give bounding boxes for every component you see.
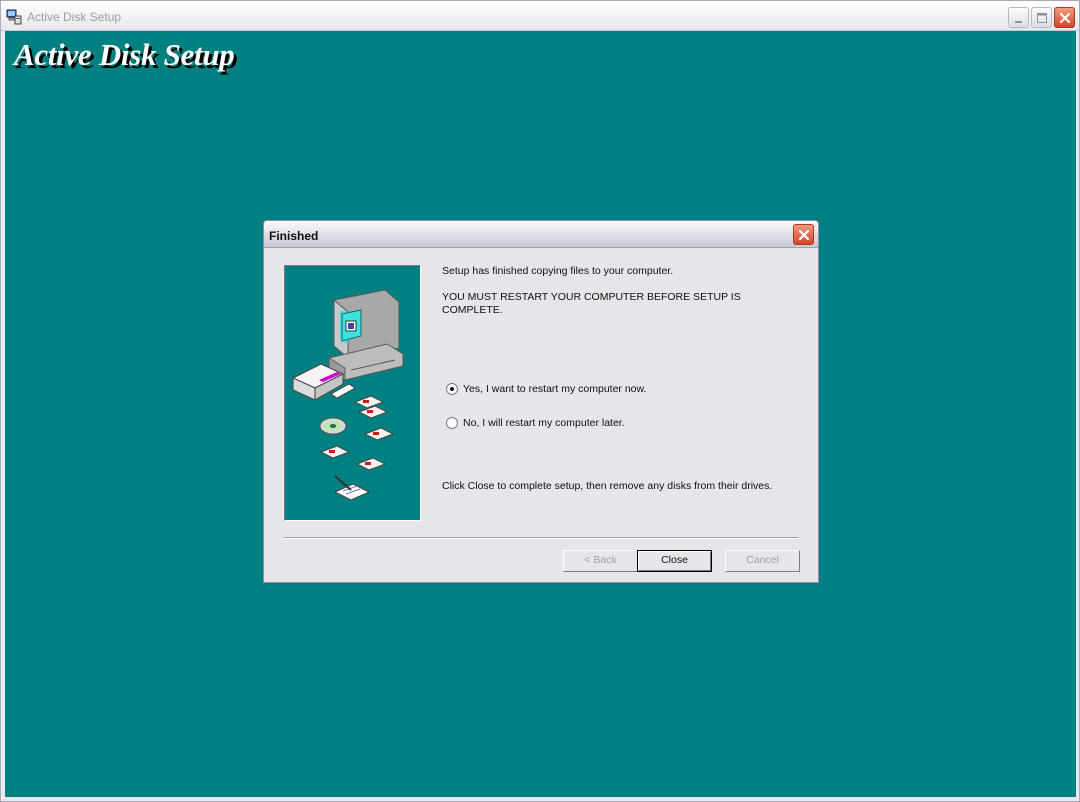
finished-copying-message: Setup has finished copying files to your… (442, 265, 674, 277)
computer-disks-illustration (291, 289, 404, 501)
restart-now-label[interactable]: Yes, I want to restart my computer now. (463, 383, 646, 395)
setup-window: Active Disk Setup Active Disk Setup Fini… (0, 0, 1080, 802)
cancel-button[interactable]: Cancel (725, 550, 800, 572)
back-button[interactable]: < Back (563, 550, 638, 572)
dialog-title: Finished (269, 229, 319, 243)
setup-app-icon (6, 9, 22, 25)
setup-illustration (284, 265, 421, 521)
window-title: Active Disk Setup (27, 10, 122, 24)
setup-heading: Active Disk Setup (14, 37, 235, 72)
window-close-button[interactable] (1054, 7, 1075, 28)
finished-dialog: Finished Setup has finished copying file… (263, 220, 819, 583)
close-icon (1059, 12, 1071, 24)
minimize-icon (1015, 21, 1022, 23)
close-button[interactable]: Close (637, 550, 712, 572)
restart-now-radio[interactable] (446, 383, 458, 395)
restart-later-label[interactable]: No, I will restart my computer later. (463, 417, 625, 429)
dialog-titlebar[interactable]: Finished (264, 221, 818, 248)
minimize-button[interactable] (1008, 7, 1029, 28)
maximize-button[interactable] (1031, 7, 1052, 28)
maximize-icon (1037, 13, 1047, 23)
restart-later-radio[interactable] (446, 417, 458, 429)
close-instructions: Click Close to complete setup, then remo… (442, 480, 773, 492)
button-separator (284, 537, 798, 539)
restart-warning-message: YOU MUST RESTART YOUR COMPUTER BEFORE SE… (442, 291, 741, 316)
window-titlebar[interactable]: Active Disk Setup (1, 1, 1079, 31)
close-icon (798, 229, 810, 241)
dialog-close-button[interactable] (793, 224, 814, 245)
dialog-body: Setup has finished copying files to your… (267, 248, 815, 579)
